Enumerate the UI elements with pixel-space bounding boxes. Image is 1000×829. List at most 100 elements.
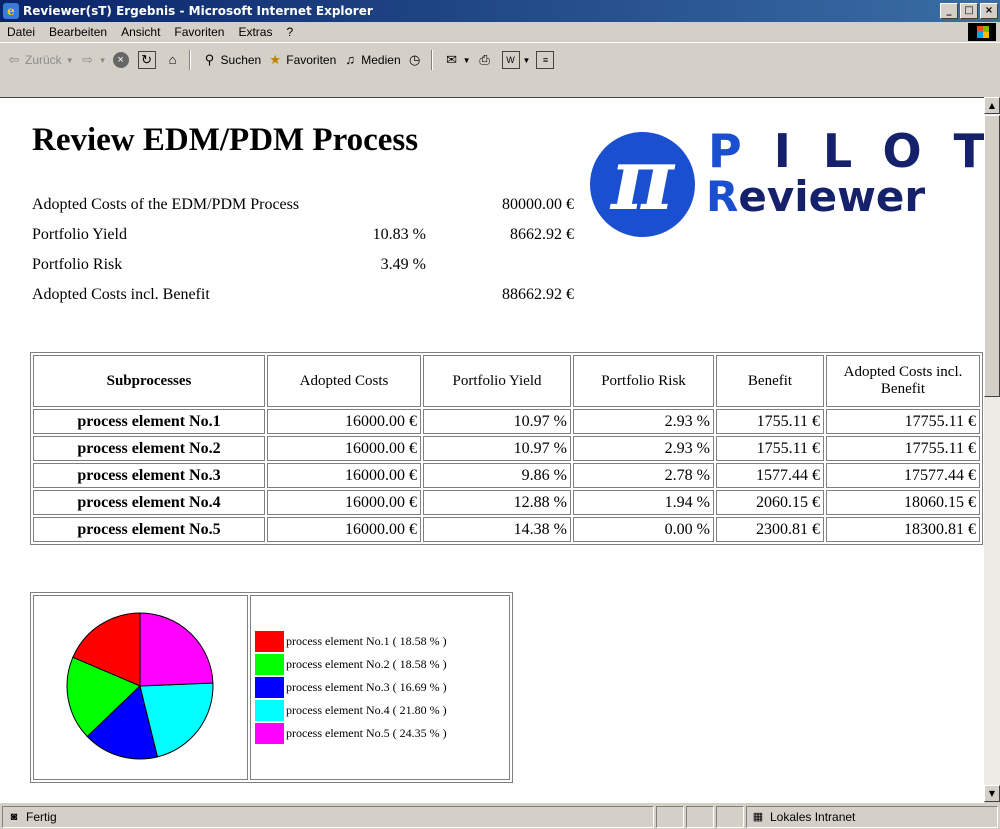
windows-logo-icon	[968, 23, 996, 41]
maximize-button[interactable]: □	[960, 3, 978, 19]
page-done-icon: ◙	[10, 811, 18, 823]
pie-chart-box: process element No.1 ( 18.58 % ) process …	[30, 592, 513, 783]
summary-percent: 3.49 %	[380, 256, 426, 273]
table-cell: 16000.00 €	[267, 463, 421, 488]
table-cell: 17755.11 €	[826, 436, 980, 461]
scroll-up-button[interactable]: ▲	[984, 97, 1000, 114]
table-cell: 16000.00 €	[267, 517, 421, 542]
discuss-button[interactable]: ≡	[536, 51, 557, 69]
table-cell: 18060.15 €	[826, 490, 980, 515]
minimize-button[interactable]: _	[940, 3, 958, 19]
legend-item: process element No.3 ( 16.69 % )	[251, 676, 509, 699]
legend-swatch	[255, 654, 284, 675]
menu-ansicht[interactable]: Ansicht	[114, 25, 167, 39]
legend-swatch	[255, 677, 284, 698]
home-icon: ⌂	[168, 52, 177, 67]
table-cell: 2.93 %	[573, 436, 714, 461]
zone-pane: ▦ Lokales Intranet	[746, 806, 998, 828]
status-pane	[656, 806, 684, 828]
media-button[interactable]: ♫ Medien	[342, 52, 400, 68]
status-text: Fertig	[26, 810, 57, 824]
edit-dropdown-icon: ▼	[522, 55, 531, 65]
forward-button[interactable]: ⇨ ▼	[80, 52, 106, 68]
stop-button[interactable]: ×	[112, 52, 132, 68]
intranet-icon: ▦	[752, 811, 764, 823]
table-cell: 16000.00 €	[267, 409, 421, 434]
summary-percent	[322, 280, 426, 310]
print-icon: ⎙	[479, 52, 490, 67]
ie-icon: e	[3, 3, 19, 19]
table-row: process element No.5 16000.00 € 14.38 % …	[33, 517, 980, 542]
stop-icon: ×	[112, 52, 129, 68]
column-header: Benefit	[716, 355, 824, 407]
mail-icon: ✉	[446, 52, 458, 67]
table-cell: 17577.44 €	[826, 463, 980, 488]
summary-amount: 80000.00 €	[502, 196, 574, 213]
legend-item: process element No.4 ( 21.80 % )	[251, 699, 509, 722]
table-cell: process element No.1	[33, 409, 265, 434]
menu-help[interactable]: ?	[279, 25, 300, 39]
table-cell: 2.93 %	[573, 409, 714, 434]
summary-percent: 10.83 %	[372, 226, 426, 243]
mail-dropdown-icon: ▼	[462, 55, 471, 65]
legend-item: process element No.1 ( 18.58 % )	[251, 630, 509, 653]
mail-button[interactable]: ✉ ▼	[444, 52, 471, 68]
legend-label: process element No.2 ( 18.58 % )	[286, 657, 447, 671]
table-cell: 1755.11 €	[716, 436, 824, 461]
column-header: Portfolio Risk	[573, 355, 714, 407]
pie-chart-svg	[66, 612, 214, 760]
media-icon: ♫	[345, 52, 356, 67]
menu-bar: Datei Bearbeiten Ansicht Favoriten Extra…	[0, 22, 1000, 43]
status-text-pane: ◙ Fertig	[2, 806, 654, 828]
menu-favoriten[interactable]: Favoriten	[167, 25, 231, 39]
pie-chart	[33, 595, 248, 780]
scroll-thumb[interactable]	[984, 115, 1000, 397]
refresh-button[interactable]: ↻	[137, 51, 159, 69]
table-cell: process element No.5	[33, 517, 265, 542]
history-icon: ◷	[408, 52, 421, 67]
print-button[interactable]: ⎙	[477, 52, 496, 68]
word-icon: W	[501, 51, 520, 69]
table-cell: 16000.00 €	[267, 490, 421, 515]
back-arrow-icon: ⇦	[8, 52, 20, 67]
window-title-bar[interactable]: e Reviewer(sT) Ergebnis - Microsoft Inte…	[0, 0, 1000, 22]
summary-label: Portfolio Yield	[32, 226, 127, 243]
legend-item: process element No.2 ( 18.58 % )	[251, 653, 509, 676]
table-cell: 17755.11 €	[826, 409, 980, 434]
page-content: Review EDM/PDM Process Adopted Costs of …	[0, 97, 984, 803]
table-cell: process element No.4	[33, 490, 265, 515]
close-button[interactable]: ×	[980, 3, 998, 19]
table-row: process element No.1 16000.00 € 10.97 % …	[33, 409, 980, 434]
summary-amount: 8662.92 €	[510, 226, 574, 243]
favorites-button[interactable]: ★ Favoriten	[267, 52, 336, 68]
menu-bearbeiten[interactable]: Bearbeiten	[42, 25, 114, 39]
home-button[interactable]: ⌂	[165, 52, 184, 68]
table-cell: process element No.3	[33, 463, 265, 488]
table-cell: 1577.44 €	[716, 463, 824, 488]
summary-row: Adopted Costs of the EDM/PDM Process 800…	[32, 190, 574, 220]
table-cell: 16000.00 €	[267, 436, 421, 461]
search-button[interactable]: ⚲ Suchen	[202, 52, 261, 68]
summary-row: Portfolio Yield 10.83 % 8662.92 €	[32, 220, 574, 250]
menu-extras[interactable]: Extras	[231, 25, 279, 39]
legend-label: process element No.4 ( 21.80 % )	[286, 703, 447, 717]
pilot-reviewer-logo: π PILOT Reviewer	[580, 120, 984, 240]
table-cell: 10.97 %	[423, 436, 571, 461]
scroll-down-button[interactable]: ▼	[984, 785, 1000, 802]
table-cell: 10.97 %	[423, 409, 571, 434]
menu-datei[interactable]: Datei	[0, 25, 42, 39]
edit-button[interactable]: W ▼	[501, 51, 531, 69]
legend-swatch	[255, 700, 284, 721]
summary-table: Adopted Costs of the EDM/PDM Process 800…	[32, 190, 574, 310]
table-cell: 0.00 %	[573, 517, 714, 542]
status-pane	[716, 806, 744, 828]
pie-legend: process element No.1 ( 18.58 % ) process …	[250, 595, 510, 780]
vertical-scrollbar[interactable]: ▲ ▼	[984, 97, 1000, 802]
table-row: process element No.4 16000.00 € 12.88 % …	[33, 490, 980, 515]
zone-text: Lokales Intranet	[770, 810, 856, 824]
column-header: Adopted Costs	[267, 355, 421, 407]
page-title: Review EDM/PDM Process	[32, 122, 419, 158]
back-button[interactable]: ⇦ Zurück ▼	[6, 52, 74, 68]
summary-amount	[426, 250, 574, 280]
history-button[interactable]: ◷	[407, 52, 426, 68]
